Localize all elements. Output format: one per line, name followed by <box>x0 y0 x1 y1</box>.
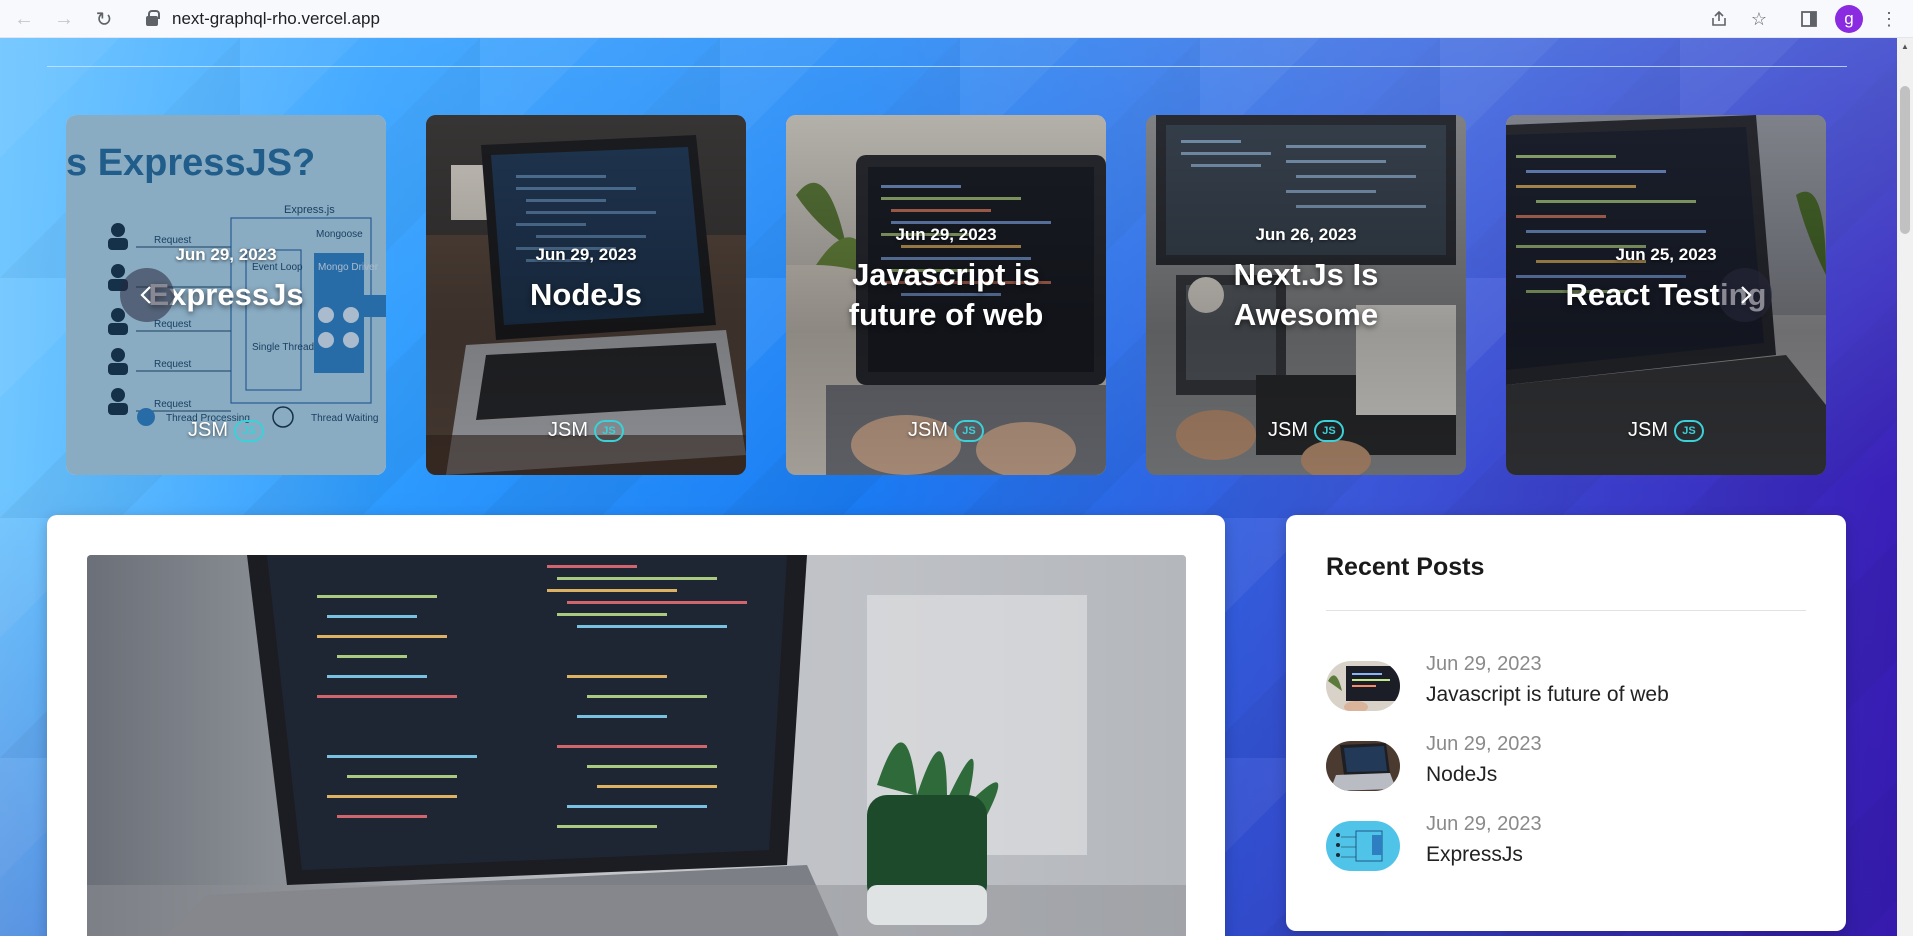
author-name: JSM <box>188 419 228 441</box>
page-content: s ExpressJS? Express.js Mongoose Event L… <box>0 38 1897 936</box>
js-logo-icon: JS <box>1314 419 1344 442</box>
js-logo-icon: JS <box>234 419 264 442</box>
card-date: Jun 29, 2023 <box>535 245 637 264</box>
card-author: JSM JS <box>786 419 1106 442</box>
recent-post-thumb[interactable] <box>1326 741 1400 791</box>
chevron-right-icon <box>1741 286 1752 304</box>
lock-icon[interactable] <box>146 10 160 26</box>
recent-post-title[interactable]: ExpressJs <box>1426 843 1523 867</box>
page-scrollbar[interactable]: ▲ <box>1897 38 1913 936</box>
card-date: Jun 29, 2023 <box>895 225 997 244</box>
js-logo-icon: JS <box>1674 419 1704 442</box>
featured-post-card <box>47 515 1225 936</box>
recent-post-item[interactable]: Jun 29, 2023 Javascript is future of web <box>1326 653 1806 713</box>
url-text[interactable]: next-graphql-rho.vercel.app <box>172 9 380 29</box>
recent-post-title[interactable]: NodeJs <box>1426 763 1497 787</box>
recent-posts-widget: Recent Posts Jun 29, 2023 Javascript is … <box>1286 515 1846 931</box>
recent-post-thumb[interactable] <box>1326 661 1400 711</box>
author-name: JSM <box>1628 419 1668 441</box>
recent-post-item[interactable]: Jun 29, 2023 ExpressJs <box>1326 813 1806 873</box>
side-panel-icon[interactable] <box>1795 5 1823 33</box>
author-name: JSM <box>908 419 948 441</box>
carousel-card-react-testing[interactable]: Jun 25, 2023 React Testing JSM JS <box>1506 115 1826 475</box>
back-icon[interactable]: ← <box>10 5 38 33</box>
share-icon[interactable] <box>1705 5 1733 33</box>
card-date: Jun 29, 2023 <box>175 245 277 264</box>
recent-posts-divider <box>1326 610 1806 611</box>
js-logo-icon: JS <box>954 419 984 442</box>
chevron-left-icon <box>140 286 151 304</box>
card-author: JSM JS <box>426 419 746 442</box>
profile-avatar[interactable]: g <box>1835 5 1863 33</box>
card-author: JSM JS <box>1506 419 1826 442</box>
browser-toolbar: ← → ↻ next-graphql-rho.vercel.app ☆ g ⋮ <box>0 0 1913 38</box>
card-title[interactable]: NodeJs <box>446 275 726 315</box>
menu-kebab-icon[interactable]: ⋮ <box>1875 5 1903 33</box>
bookmark-star-icon[interactable]: ☆ <box>1745 5 1773 33</box>
carousel-card-javascript[interactable]: Jun 29, 2023 Javascript is future of web… <box>786 115 1106 475</box>
card-author: JSM JS <box>1146 419 1466 442</box>
header-divider <box>47 66 1847 67</box>
recent-post-thumb[interactable] <box>1326 821 1400 871</box>
card-date: Jun 25, 2023 <box>1615 245 1717 264</box>
scroll-thumb[interactable] <box>1900 86 1910 234</box>
author-name: JSM <box>548 419 588 441</box>
carousel-card-nodejs[interactable]: Jun 29, 2023 NodeJs JSM JS <box>426 115 746 475</box>
recent-post-date: Jun 29, 2023 <box>1426 733 1542 755</box>
recent-post-date: Jun 29, 2023 <box>1426 813 1542 835</box>
featured-post-image[interactable] <box>87 555 1186 936</box>
card-date: Jun 26, 2023 <box>1255 225 1357 244</box>
carousel-prev-button[interactable] <box>120 268 174 322</box>
recent-post-title[interactable]: Javascript is future of web <box>1426 683 1669 707</box>
recent-post-item[interactable]: Jun 29, 2023 NodeJs <box>1326 733 1806 793</box>
recent-post-date: Jun 29, 2023 <box>1426 653 1542 675</box>
carousel-next-button[interactable] <box>1718 268 1772 322</box>
js-logo-icon: JS <box>594 419 624 442</box>
recent-posts-title: Recent Posts <box>1326 553 1485 581</box>
address-bar[interactable]: next-graphql-rho.vercel.app <box>134 3 1714 35</box>
author-name: JSM <box>1268 419 1308 441</box>
carousel-card-expressjs[interactable]: s ExpressJS? Express.js Mongoose Event L… <box>66 115 386 475</box>
forward-icon[interactable]: → <box>50 5 78 33</box>
carousel-card-nextjs[interactable]: Jun 26, 2023 Next.Js Is Awesome JSM JS <box>1146 115 1466 475</box>
reload-icon[interactable]: ↻ <box>90 5 118 33</box>
card-title[interactable]: Next.Js Is Awesome <box>1166 255 1446 335</box>
scroll-up-icon[interactable]: ▲ <box>1897 38 1913 54</box>
card-title[interactable]: Javascript is future of web <box>806 255 1086 335</box>
card-author: JSM JS <box>66 419 386 442</box>
